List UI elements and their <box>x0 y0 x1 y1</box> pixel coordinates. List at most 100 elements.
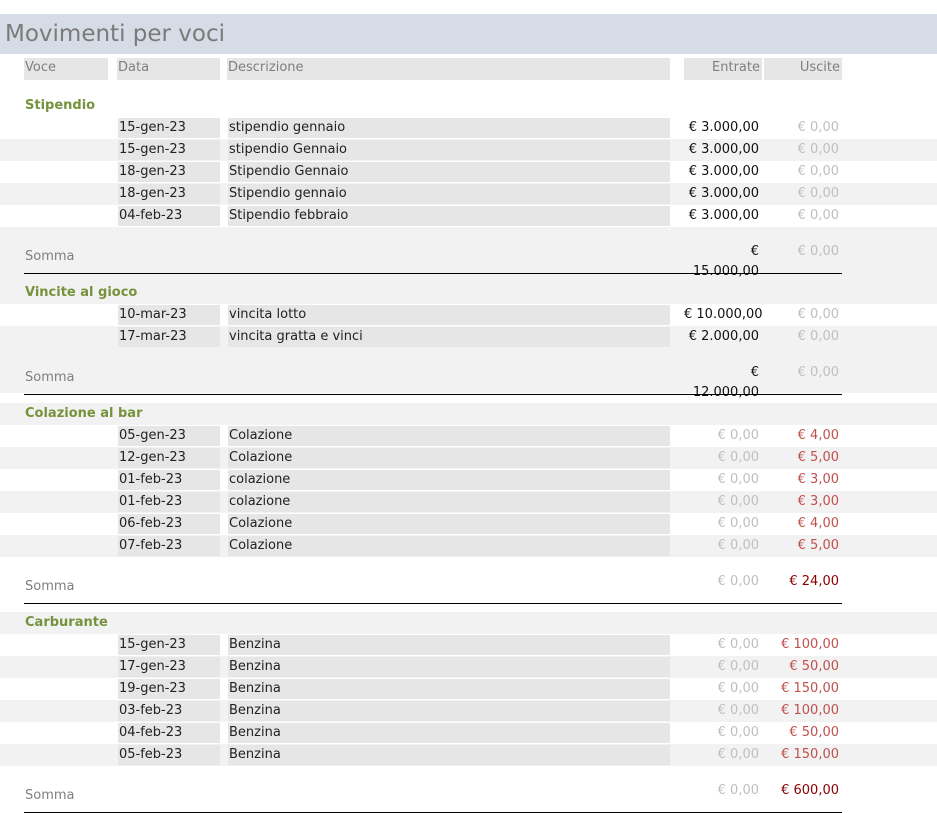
cell-uscite: € 0,00 <box>797 142 839 157</box>
cell-uscite: € 100,00 <box>781 703 839 718</box>
column-header-descrizione: Descrizione <box>227 58 670 80</box>
cell-data: 05-gen-23 <box>118 426 220 446</box>
cell-data: 06-feb-23 <box>118 514 220 534</box>
cell-entrate: € 0,00 <box>717 725 759 740</box>
group-divider <box>24 273 842 274</box>
cell-data: 01-feb-23 <box>118 492 220 512</box>
cell-entrate: € 0,00 <box>717 637 759 652</box>
cell-entrate: € 0,00 <box>717 747 759 762</box>
somma-uscite: € 24,00 <box>789 574 839 589</box>
cell-descrizione: vincita lotto <box>228 305 670 325</box>
somma-uscite: € 0,00 <box>797 365 839 380</box>
cell-uscite: € 50,00 <box>789 659 839 674</box>
cell-data: 04-feb-23 <box>118 723 220 743</box>
somma-label: Somma <box>25 788 75 803</box>
cell-data: 19-gen-23 <box>118 679 220 699</box>
somma-label: Somma <box>25 579 75 594</box>
cell-data: 01-feb-23 <box>118 470 220 490</box>
cell-entrate: € 2.000,00 <box>688 329 759 344</box>
cell-entrate: € 0,00 <box>717 538 759 553</box>
cell-descrizione: Benzina <box>228 679 670 699</box>
cell-uscite: € 0,00 <box>797 208 839 223</box>
cell-uscite: € 0,00 <box>797 307 839 322</box>
somma-entrate: € 0,00 <box>717 574 759 589</box>
cell-uscite: € 4,00 <box>797 516 839 531</box>
cell-uscite: € 3,00 <box>797 494 839 509</box>
group-label: Carburante <box>25 615 108 630</box>
cell-descrizione: vincita gratta e vinci <box>228 327 670 347</box>
cell-entrate: € 3.000,00 <box>688 120 759 135</box>
somma-entrate: € 0,00 <box>717 783 759 798</box>
cell-data: 15-gen-23 <box>118 118 220 138</box>
group-divider <box>24 603 842 604</box>
cell-data: 18-gen-23 <box>118 162 220 182</box>
cell-uscite: € 50,00 <box>789 725 839 740</box>
cell-entrate: € 3.000,00 <box>688 208 759 223</box>
row-band <box>0 282 937 304</box>
somma-uscite: € 0,00 <box>797 244 839 259</box>
cell-uscite: € 150,00 <box>781 747 839 762</box>
cell-descrizione: stipendio gennaio <box>228 118 670 138</box>
cell-entrate: € 3.000,00 <box>688 186 759 201</box>
column-header-entrate: Entrate <box>684 58 762 80</box>
cell-uscite: € 3,00 <box>797 472 839 487</box>
cell-descrizione: colazione <box>228 470 670 490</box>
cell-entrate: € 10.000,00 <box>684 307 763 322</box>
cell-uscite: € 0,00 <box>797 329 839 344</box>
cell-descrizione: Benzina <box>228 657 670 677</box>
report: Movimenti per voci Voce Data Descrizione… <box>0 0 937 813</box>
column-header-data: Data <box>117 58 220 80</box>
report-title: Movimenti per voci <box>5 21 226 47</box>
cell-entrate: € 0,00 <box>717 450 759 465</box>
cell-entrate: € 0,00 <box>717 494 759 509</box>
cell-descrizione: Stipendio febbraio <box>228 206 670 226</box>
somma-entrate: € 12.000,00 <box>692 365 759 400</box>
row-band <box>0 612 937 634</box>
cell-data: 15-gen-23 <box>118 635 220 655</box>
cell-entrate: € 0,00 <box>717 516 759 531</box>
cell-descrizione: Colazione <box>228 448 670 468</box>
cell-descrizione: colazione <box>228 492 670 512</box>
cell-data: 18-gen-23 <box>118 184 220 204</box>
cell-data: 15-gen-23 <box>118 140 220 160</box>
cell-entrate: € 3.000,00 <box>688 164 759 179</box>
cell-uscite: € 5,00 <box>797 538 839 553</box>
group-label: Stipendio <box>25 98 96 113</box>
cell-uscite: € 0,00 <box>797 186 839 201</box>
somma-entrate: € 15.000,00 <box>692 244 759 279</box>
cell-data: 17-mar-23 <box>118 327 220 347</box>
cell-descrizione: Colazione <box>228 514 670 534</box>
cell-data: 17-gen-23 <box>118 657 220 677</box>
cell-entrate: € 0,00 <box>717 472 759 487</box>
cell-descrizione: Benzina <box>228 723 670 743</box>
group-divider <box>24 394 842 395</box>
cell-descrizione: Benzina <box>228 745 670 765</box>
cell-descrizione: stipendio Gennaio <box>228 140 670 160</box>
column-header-uscite: Uscite <box>764 58 842 80</box>
group-label: Vincite al gioco <box>25 285 138 300</box>
cell-descrizione: Benzina <box>228 701 670 721</box>
cell-data: 07-feb-23 <box>118 536 220 556</box>
cell-data: 04-feb-23 <box>118 206 220 226</box>
cell-uscite: € 4,00 <box>797 428 839 443</box>
cell-descrizione: Benzina <box>228 635 670 655</box>
somma-label: Somma <box>25 370 75 385</box>
cell-uscite: € 0,00 <box>797 120 839 135</box>
cell-entrate: € 0,00 <box>717 659 759 674</box>
cell-data: 03-feb-23 <box>118 701 220 721</box>
cell-entrate: € 0,00 <box>717 703 759 718</box>
report-title-bar: Movimenti per voci <box>0 14 937 54</box>
cell-uscite: € 0,00 <box>797 164 839 179</box>
cell-entrate: € 3.000,00 <box>688 142 759 157</box>
column-header-voce: Voce <box>24 58 108 80</box>
somma-uscite: € 600,00 <box>781 783 839 798</box>
cell-descrizione: Stipendio Gennaio <box>228 162 670 182</box>
cell-uscite: € 100,00 <box>781 637 839 652</box>
cell-entrate: € 0,00 <box>717 681 759 696</box>
cell-descrizione: Colazione <box>228 536 670 556</box>
cell-data: 12-gen-23 <box>118 448 220 468</box>
cell-descrizione: Stipendio gennaio <box>228 184 670 204</box>
cell-uscite: € 5,00 <box>797 450 839 465</box>
cell-data: 05-feb-23 <box>118 745 220 765</box>
somma-label: Somma <box>25 249 75 264</box>
